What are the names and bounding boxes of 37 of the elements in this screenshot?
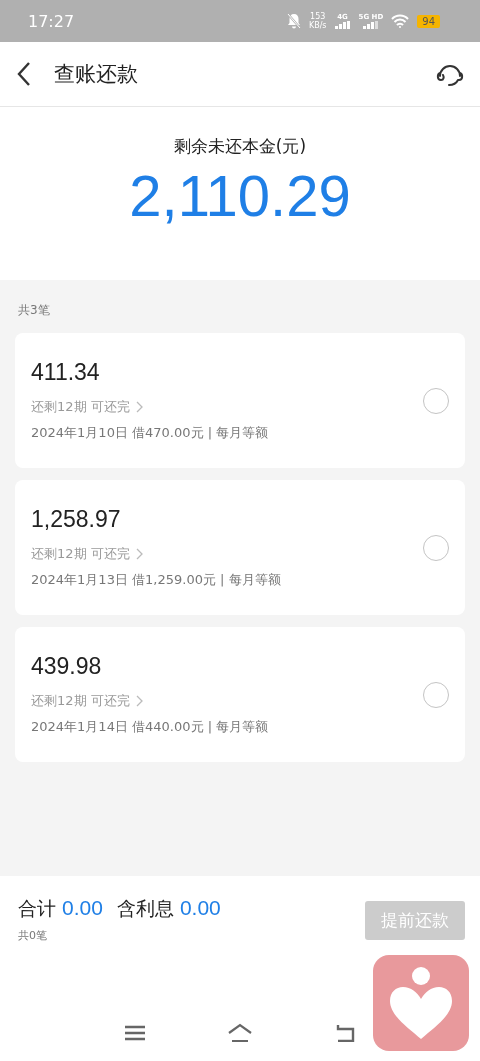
selected-count: 共0笔	[18, 928, 48, 943]
wifi-icon	[391, 14, 410, 28]
loan-card[interactable]: 411.34 还剩12期 可还完 2024年1月10日 借470.00元 | 每月等额	[15, 333, 465, 468]
interest-label: 含利息	[116, 896, 174, 921]
status-time: 17:27	[28, 11, 75, 31]
loan-card[interactable]: 1,258.97 还剩12期 可还完 2024年1月13日 借1,259.00元 | 每月等额	[15, 480, 465, 615]
loan-count: 共3笔	[18, 302, 51, 319]
bell-off-icon	[286, 13, 301, 29]
loan-amount: 411.34	[31, 359, 101, 386]
signal-icon	[334, 21, 351, 29]
loan-amount: 1,258.97	[31, 506, 122, 533]
heart-app-icon[interactable]	[373, 955, 469, 1051]
back-icon[interactable]	[16, 61, 32, 87]
home-icon[interactable]	[227, 1023, 253, 1043]
summary-label: 剩余未还本金(元)	[173, 135, 307, 158]
loan-detail: 2024年1月10日 借470.00元 | 每月等额	[31, 424, 270, 442]
loan-detail: 2024年1月13日 借1,259.00元 | 每月等额	[31, 571, 282, 589]
chevron-right-icon[interactable]	[135, 548, 144, 560]
total-label: 合计	[18, 896, 56, 921]
back-nav-icon[interactable]	[334, 1024, 356, 1042]
page-title: 查账还款	[54, 61, 138, 88]
speed-unit: KB/s	[308, 21, 327, 30]
menu-icon[interactable]	[124, 1025, 146, 1041]
loan-term[interactable]: 还剩12期 可还完	[31, 692, 130, 710]
remaining-amount: 2,110.29	[129, 162, 351, 229]
loan-term[interactable]: 还剩12期 可还完	[31, 545, 130, 563]
loan-detail: 2024年1月14日 借440.00元 | 每月等额	[31, 718, 270, 736]
loan-card[interactable]: 439.98 还剩12期 可还完 2024年1月14日 借440.00元 | 每月等额	[15, 627, 465, 762]
interest-value: 0.00	[179, 896, 221, 920]
chevron-right-icon[interactable]	[135, 401, 144, 413]
battery-level: 94	[417, 14, 440, 28]
total-value: 0.00	[62, 896, 103, 920]
signal-icon	[362, 21, 379, 29]
loan-term[interactable]: 还剩12期 可还完	[31, 398, 130, 416]
chevron-right-icon[interactable]	[135, 695, 144, 707]
loan-amount: 439.98	[31, 653, 103, 680]
network-speed: 153	[310, 12, 326, 21]
